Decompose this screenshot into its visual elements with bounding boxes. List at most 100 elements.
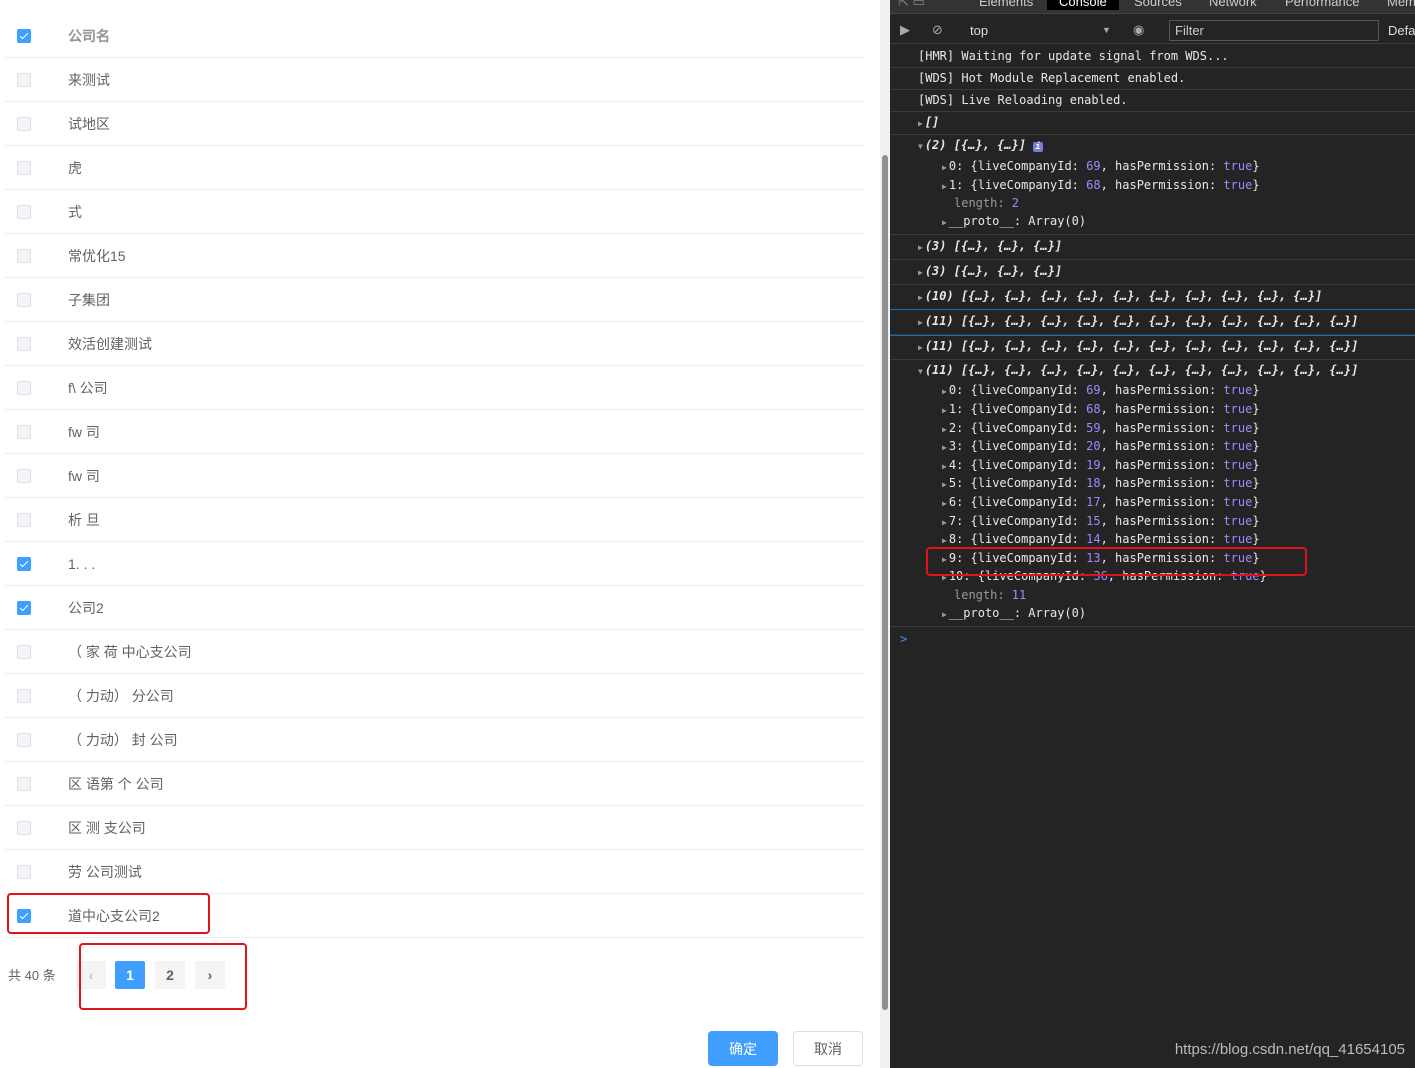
row-checkbox[interactable] xyxy=(17,864,31,879)
scrollbar[interactable] xyxy=(880,0,890,1068)
expand-triangle-icon[interactable]: ▶ xyxy=(942,425,947,434)
row-checkbox[interactable] xyxy=(17,644,31,659)
expand-triangle-icon[interactable]: ▶ xyxy=(942,406,947,415)
table-row[interactable]: （ 力动） 封 公司 xyxy=(4,718,864,762)
expand-triangle-icon[interactable]: ▶ xyxy=(942,499,947,508)
array-item[interactable]: ▶ 3: {liveCompanyId: 20, hasPermission: t… xyxy=(918,438,1415,457)
array-item[interactable]: ▶ 1: {liveCompanyId: 68, hasPermission: t… xyxy=(918,177,1415,196)
row-checkbox[interactable] xyxy=(17,116,31,131)
filter-input[interactable]: Filter xyxy=(1169,20,1379,41)
expand-triangle-icon[interactable]: ▶ xyxy=(942,182,947,191)
chevron-down-icon[interactable]: ▼ xyxy=(1102,25,1111,35)
console-array[interactable]: ▶ (3) [{…}, {…}, {…}] xyxy=(890,260,1415,286)
row-checkbox[interactable] xyxy=(17,556,31,571)
expand-triangle-icon[interactable]: ▶ xyxy=(942,462,947,471)
log-levels-select[interactable]: Defa xyxy=(1388,23,1415,38)
table-row[interactable]: 劳 公司测试 xyxy=(4,850,864,894)
console-array-expanded[interactable]: ▼ (2) [{…}, {…}] i ▶ 0: {liveCompanyId: 69,… xyxy=(890,135,1415,236)
table-row[interactable]: 效活创建测试 xyxy=(4,322,864,366)
row-checkbox[interactable] xyxy=(17,292,31,307)
eye-icon[interactable]: ◉ xyxy=(1133,22,1144,38)
inspect-icon[interactable]: ⇱ ▭ xyxy=(898,0,925,10)
expand-triangle-icon[interactable]: ▶ xyxy=(942,443,947,452)
expand-triangle-icon[interactable]: ▶ xyxy=(918,268,923,277)
expand-triangle-icon[interactable]: ▶ xyxy=(942,387,947,396)
row-checkbox[interactable] xyxy=(17,776,31,791)
expand-triangle-icon[interactable]: ▶ xyxy=(942,480,947,489)
table-row[interactable]: f\ 公司 xyxy=(4,366,864,410)
table-row[interactable]: 析 旦 xyxy=(4,498,864,542)
collapse-triangle-icon[interactable]: ▼ xyxy=(918,142,923,151)
array-item[interactable]: ▶ 6: {liveCompanyId: 17, hasPermission: t… xyxy=(918,494,1415,513)
clear-console-icon[interactable]: ⊘ xyxy=(932,22,943,38)
table-row[interactable]: 区 测 支公司 xyxy=(4,806,864,850)
table-row[interactable]: 常优化15 xyxy=(4,234,864,278)
console-array[interactable]: ▶ (3) [{…}, {…}, {…}] xyxy=(890,235,1415,261)
console-array[interactable]: ▶ (10) [{…}, {…}, {…}, {…}, {…}, {…}, {…}… xyxy=(890,285,1415,311)
table-row[interactable]: 公司2 xyxy=(4,586,864,630)
expand-triangle-icon[interactable]: ▶ xyxy=(918,119,923,128)
row-checkbox[interactable] xyxy=(17,468,31,483)
console-prompt[interactable]: > xyxy=(890,627,1415,651)
array-item[interactable]: ▶ 4: {liveCompanyId: 19, hasPermission: t… xyxy=(918,457,1415,476)
table-row[interactable]: 子集团 xyxy=(4,278,864,322)
table-row[interactable]: fw 司 xyxy=(4,410,864,454)
row-checkbox[interactable] xyxy=(17,336,31,351)
expand-triangle-icon[interactable]: ▶ xyxy=(942,163,947,172)
row-checkbox[interactable] xyxy=(17,820,31,835)
table-row[interactable]: 式 xyxy=(4,190,864,234)
expand-triangle-icon[interactable]: ▶ xyxy=(918,293,923,302)
tab-console[interactable]: Console xyxy=(1047,0,1119,10)
array-proto[interactable]: ▶ __proto__: Array(0) xyxy=(918,213,1415,232)
info-icon[interactable]: i xyxy=(1033,142,1043,152)
array-proto[interactable]: ▶ __proto__: Array(0) xyxy=(918,605,1415,624)
tab-network[interactable]: Network xyxy=(1209,0,1257,10)
row-checkbox[interactable] xyxy=(17,732,31,747)
array-item[interactable]: ▶ 5: {liveCompanyId: 18, hasPermission: t… xyxy=(918,475,1415,494)
expand-triangle-icon[interactable]: ▶ xyxy=(942,610,947,619)
expand-triangle-icon[interactable]: ▶ xyxy=(918,343,923,352)
row-checkbox[interactable] xyxy=(17,380,31,395)
array-item[interactable]: ▶ 1: {liveCompanyId: 68, hasPermission: t… xyxy=(918,401,1415,420)
tab-elements[interactable]: Elements xyxy=(979,0,1033,10)
expand-triangle-icon[interactable]: ▶ xyxy=(942,518,947,527)
expand-triangle-icon[interactable]: ▶ xyxy=(918,243,923,252)
collapse-triangle-icon[interactable]: ▼ xyxy=(918,367,923,376)
expand-triangle-icon[interactable]: ▶ xyxy=(942,218,947,227)
table-row[interactable]: （ 力动） 分公司 xyxy=(4,674,864,718)
array-item[interactable]: ▶ 0: {liveCompanyId: 69, hasPermission: t… xyxy=(918,382,1415,401)
row-checkbox[interactable] xyxy=(17,688,31,703)
array-item[interactable]: ▶ 7: {liveCompanyId: 15, hasPermission: t… xyxy=(918,513,1415,532)
tab-sources[interactable]: Sources xyxy=(1134,0,1182,10)
confirm-button[interactable]: 确定 xyxy=(708,1031,778,1066)
expand-triangle-icon[interactable]: ▶ xyxy=(918,318,923,327)
array-item[interactable]: ▶ 0: {liveCompanyId: 69, hasPermission: t… xyxy=(918,158,1415,177)
table-row[interactable]: 虎 xyxy=(4,146,864,190)
table-row[interactable]: （ 家 荷 中心支公司 xyxy=(4,630,864,674)
console-array[interactable]: ▶ (11) [{…}, {…}, {…}, {…}, {…}, {…}, {…}… xyxy=(890,335,1415,361)
row-checkbox[interactable] xyxy=(17,512,31,527)
row-checkbox[interactable] xyxy=(17,248,31,263)
tab-memory[interactable]: Mem xyxy=(1387,0,1415,10)
console-array-expanded[interactable]: ▼ (11) [{…}, {…}, {…}, {…}, {…}, {…}, {…}… xyxy=(890,360,1415,628)
select-all-checkbox[interactable] xyxy=(17,28,31,43)
table-row[interactable]: 区 语第 个 公司 xyxy=(4,762,864,806)
context-select[interactable]: top xyxy=(970,23,988,38)
table-row[interactable]: fw 司 xyxy=(4,454,864,498)
console-array[interactable]: ▶[] xyxy=(890,112,1415,135)
row-checkbox[interactable] xyxy=(17,424,31,439)
row-checkbox[interactable] xyxy=(17,204,31,219)
table-row[interactable]: 1. . . xyxy=(4,542,864,586)
table-row[interactable]: 试地区 xyxy=(4,102,864,146)
scrollbar-thumb[interactable] xyxy=(882,155,888,1010)
row-checkbox[interactable] xyxy=(17,72,31,87)
cancel-button[interactable]: 取消 xyxy=(793,1031,863,1066)
row-checkbox[interactable] xyxy=(17,600,31,615)
row-checkbox[interactable] xyxy=(17,160,31,175)
console-array[interactable]: ▶ (11) [{…}, {…}, {…}, {…}, {…}, {…}, {…}… xyxy=(890,309,1415,337)
tab-performance[interactable]: Performance xyxy=(1285,0,1359,10)
array-item[interactable]: ▶ 2: {liveCompanyId: 59, hasPermission: t… xyxy=(918,420,1415,439)
table-row[interactable]: 来测试 xyxy=(4,58,864,102)
sidebar-toggle-icon[interactable]: ▶ xyxy=(900,22,910,38)
expand-triangle-icon[interactable]: ▶ xyxy=(942,536,947,545)
